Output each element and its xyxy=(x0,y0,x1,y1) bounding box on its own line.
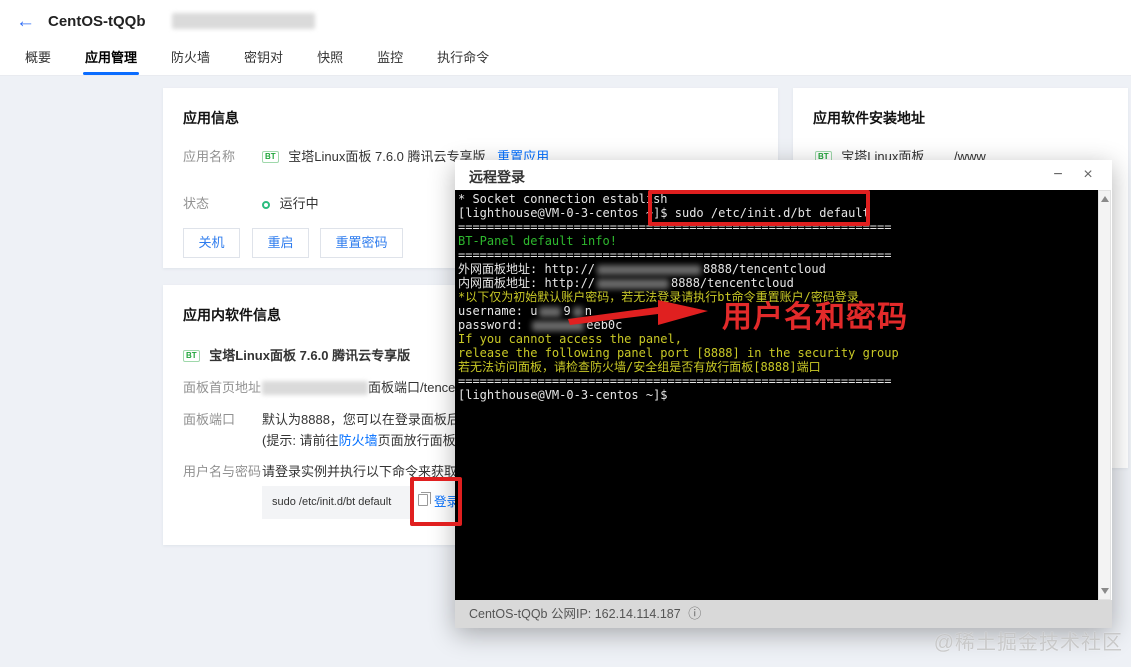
watermark: @稀土掘金技术社区 xyxy=(933,632,1123,654)
tab-snapshot[interactable]: 快照 xyxy=(317,47,343,75)
firewall-page-link[interactable]: 防火墙 xyxy=(339,433,378,448)
bt-command-box: sudo /etc/init.d/bt default xyxy=(262,486,412,519)
bt-panel-logo-icon: BT xyxy=(183,350,200,362)
terminal-separator: ========================================… xyxy=(458,374,892,388)
panel-port-hint-pre: (提示: 请前往 xyxy=(262,433,339,448)
terminal-line-prompt: [lighthouse@VM-0-3-centos ~]$ xyxy=(458,388,668,402)
instance-title: CentOS-tQQb xyxy=(48,13,146,30)
terminal-line-external-addr: 外网面板地址: http://8888/tencentcloud xyxy=(458,262,826,276)
redacted-username xyxy=(539,306,562,317)
redacted-panel-url xyxy=(262,381,368,395)
scroll-down-icon[interactable] xyxy=(1101,588,1109,594)
tab-run-command[interactable]: 执行命令 xyxy=(437,47,489,75)
annotation-box-login xyxy=(410,477,462,526)
tab-overview[interactable]: 概要 xyxy=(25,47,51,75)
modal-title: 远程登录 xyxy=(469,169,525,185)
redacted-external-ip xyxy=(597,264,702,275)
tab-bar: 概要 应用管理 防火墙 密钥对 快照 监控 执行命令 xyxy=(25,47,489,75)
software-app-name: 宝塔Linux面板 7.6.0 腾讯云专享版 xyxy=(209,348,411,363)
terminal-line-internal-addr: 内网面板地址: http://8888/tencentcloud xyxy=(458,276,794,290)
tab-app-management[interactable]: 应用管理 xyxy=(83,47,140,75)
reset-password-button[interactable]: 重置密码 xyxy=(320,228,403,258)
bt-panel-logo-icon: BT xyxy=(262,151,279,163)
panel-port-label: 面板端口 xyxy=(183,412,236,427)
app-name-label: 应用名称 xyxy=(183,149,236,164)
terminal-line-info: BT-Panel default info! xyxy=(458,234,617,248)
panel-port-line1: 默认为8888，您可以在登录面板后修改 xyxy=(262,412,486,427)
active-tab-underline xyxy=(83,72,140,75)
shutdown-button[interactable]: 关机 xyxy=(183,228,240,258)
app-info-card-title: 应用信息 xyxy=(183,110,239,126)
remote-login-modal: 远程登录 − × * Socket connection establish [… xyxy=(455,160,1112,628)
close-icon[interactable]: × xyxy=(1078,164,1098,186)
terminal-separator: ========================================… xyxy=(458,248,892,262)
terminal-line-warning-en2: release the following panel port [8888] … xyxy=(458,346,899,360)
panel-home-label: 面板首页地址 xyxy=(183,380,262,395)
page-header: ← CentOS-tQQb 概要 应用管理 防火墙 密钥对 快照 监控 执行命令 xyxy=(0,0,1131,76)
tab-firewall[interactable]: 防火墙 xyxy=(171,47,210,75)
status-running-icon xyxy=(262,201,270,209)
back-arrow-icon[interactable]: ← xyxy=(16,11,35,33)
redacted-instance-id xyxy=(172,13,315,29)
install-address-card-title: 应用软件安装地址 xyxy=(813,110,925,126)
restart-button[interactable]: 重启 xyxy=(252,228,309,258)
annotation-arrow-icon xyxy=(568,300,708,325)
public-ip-text: CentOS-tQQb 公网IP: 162.14.114.187 xyxy=(469,607,681,621)
scroll-up-icon[interactable] xyxy=(1101,196,1109,202)
credentials-label: 用户名与密码 xyxy=(183,464,262,479)
annotation-credentials-label: 用户名和密码 xyxy=(722,301,908,334)
redacted-internal-ip xyxy=(597,278,670,289)
info-icon[interactable]: ⓘ xyxy=(688,606,701,621)
tab-monitoring[interactable]: 监控 xyxy=(377,47,403,75)
status-value: 运行中 xyxy=(279,196,319,211)
status-label: 状态 xyxy=(183,196,210,211)
panel-home-suffix: 面板端口/tencent xyxy=(368,380,467,395)
terminal-console[interactable]: * Socket connection establish [lighthous… xyxy=(455,190,1098,600)
minimize-icon[interactable]: − xyxy=(1048,164,1068,186)
modal-footer: CentOS-tQQb 公网IP: 162.14.114.187 ⓘ xyxy=(455,600,1112,628)
terminal-line-warning-cn2: 若无法访问面板，请检查防火墙/安全组是否有放行面板[8888]端口 xyxy=(458,360,821,374)
modal-titlebar[interactable]: 远程登录 − × xyxy=(455,160,1112,190)
terminal-scrollbar[interactable] xyxy=(1098,190,1111,600)
software-info-card-title: 应用内软件信息 xyxy=(183,307,281,323)
annotation-box-command xyxy=(648,190,870,226)
tab-key-pair[interactable]: 密钥对 xyxy=(244,47,283,75)
